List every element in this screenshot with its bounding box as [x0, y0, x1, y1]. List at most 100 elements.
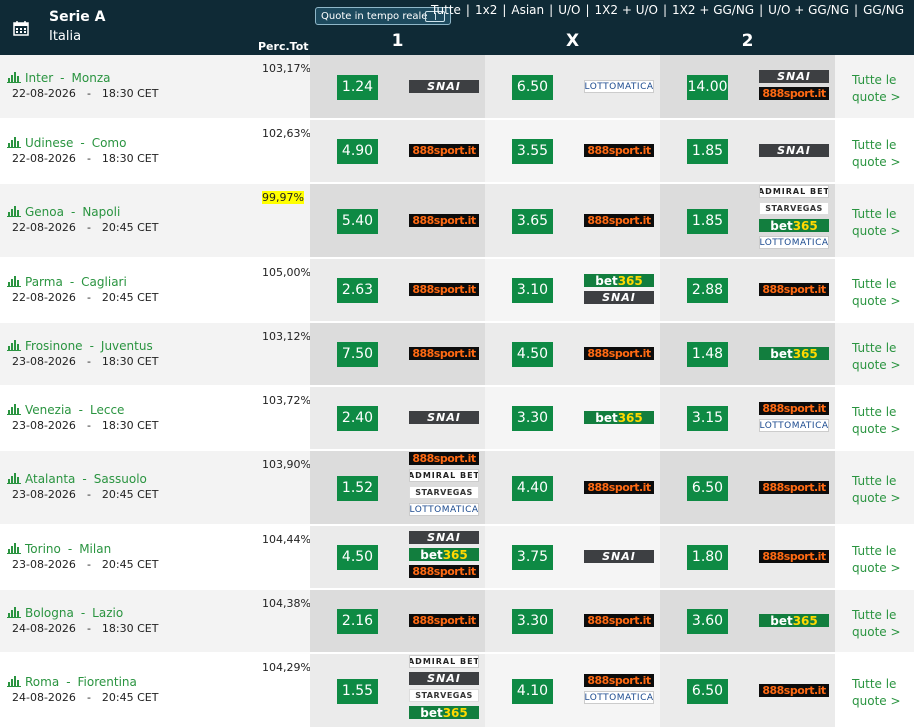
bookmaker-888-logo[interactable]: 888sport.it — [409, 565, 479, 578]
odd-ox-button[interactable]: 3.30 — [512, 406, 553, 431]
bookmaker-888-logo[interactable]: 888sport.it — [409, 614, 479, 627]
bookmaker-888-logo[interactable]: 888sport.it — [584, 347, 654, 360]
odd-ox-button[interactable]: 3.65 — [512, 209, 553, 234]
bookmaker-888-logo[interactable]: 888sport.it — [409, 452, 479, 465]
match-teams-link[interactable]: Venezia - Lecce — [7, 403, 124, 417]
bookmaker-888-logo[interactable]: 888sport.it — [584, 481, 654, 494]
odd-o1-button[interactable]: 4.50 — [337, 545, 378, 570]
all-odds-link[interactable]: Tutte le quote > — [852, 607, 901, 641]
odd-o1-button[interactable]: 5.40 — [337, 209, 378, 234]
bookmaker-888-logo[interactable]: 888sport.it — [584, 674, 654, 687]
market-tab[interactable]: U/O — [558, 3, 580, 17]
bookmaker-888-logo[interactable]: 888sport.it — [759, 402, 829, 415]
bookmaker-888-logo[interactable]: 888sport.it — [759, 550, 829, 563]
odd-ox-button[interactable]: 3.75 — [512, 545, 553, 570]
market-tab[interactable]: GG/NG — [863, 3, 904, 17]
all-odds-link[interactable]: Tutte le quote > — [852, 543, 901, 577]
match-teams-link[interactable]: Udinese - Como — [7, 136, 126, 150]
odd-o1-button[interactable]: 2.40 — [337, 406, 378, 431]
bookmaker-888-logo[interactable]: 888sport.it — [584, 214, 654, 227]
odd-ox-button[interactable]: 3.30 — [512, 609, 553, 634]
bookmaker-snai-logo[interactable]: SNAI — [584, 550, 654, 563]
all-odds-link[interactable]: Tutte le quote > — [852, 276, 901, 310]
odd-o1-button[interactable]: 4.90 — [337, 139, 378, 164]
bookmaker-starvegas-logo[interactable]: STARVEGAS — [409, 486, 479, 499]
all-odds-link[interactable]: Tutte le quote > — [852, 676, 901, 710]
bookmaker-starvegas-logo[interactable]: STARVEGAS — [409, 689, 479, 702]
match-teams-link[interactable]: Parma - Cagliari — [7, 275, 127, 289]
match-teams-link[interactable]: Genoa - Napoli — [7, 205, 120, 219]
all-odds-link[interactable]: Tutte le quote > — [852, 206, 901, 240]
bookmaker-888-logo[interactable]: 888sport.it — [759, 87, 829, 100]
odd-o1-button[interactable]: 2.16 — [337, 609, 378, 634]
bookmaker-888-logo[interactable]: 888sport.it — [409, 214, 479, 227]
all-odds-link[interactable]: Tutte le quote > — [852, 72, 901, 106]
odd-ox-button[interactable]: 3.55 — [512, 139, 553, 164]
odd-ox-button[interactable]: 4.50 — [512, 342, 553, 367]
odd-ox-button[interactable]: 4.40 — [512, 476, 553, 501]
bookmaker-snai-logo[interactable]: SNAI — [409, 411, 479, 424]
bookmaker-lotto-logo[interactable]: LOTTOMATICA — [409, 503, 479, 516]
bookmaker-lotto-logo[interactable]: LOTTOMATICA — [584, 80, 654, 93]
market-tab[interactable]: 1X2 + U/O — [595, 3, 658, 17]
market-tab[interactable]: 1x2 — [475, 3, 497, 17]
calendar-icon[interactable] — [0, 0, 42, 55]
odd-o1-button[interactable]: 7.50 — [337, 342, 378, 367]
bookmaker-admiral-logo[interactable]: ADMIRAL BET — [409, 655, 479, 668]
bookmaker-admiral-logo[interactable]: ADMIRAL BET — [409, 469, 479, 482]
odd-o1-button[interactable]: 1.24 — [337, 75, 378, 100]
bookmaker-snai-logo[interactable]: SNAI — [759, 144, 829, 157]
bookmaker-snai-logo[interactable]: SNAI — [409, 80, 479, 93]
bookmaker-snai-logo[interactable]: SNAI — [409, 531, 479, 544]
bookmaker-bet365-logo[interactable]: bet365 — [759, 219, 829, 232]
bookmaker-888-logo[interactable]: 888sport.it — [584, 144, 654, 157]
market-tab[interactable]: 1X2 + GG/NG — [672, 3, 754, 17]
match-teams-link[interactable]: Torino - Milan — [7, 542, 111, 556]
odd-o2-button[interactable]: 1.85 — [687, 209, 728, 234]
odd-o1-button[interactable]: 1.55 — [337, 679, 378, 704]
bookmaker-starvegas-logo[interactable]: STARVEGAS — [759, 202, 829, 215]
match-teams-link[interactable]: Bologna - Lazio — [7, 606, 123, 620]
odd-o2-button[interactable]: 6.50 — [687, 476, 728, 501]
odd-o2-button[interactable]: 3.15 — [687, 406, 728, 431]
odd-o2-button[interactable]: 14.00 — [687, 75, 728, 100]
bookmaker-bet365-logo[interactable]: bet365 — [409, 548, 479, 561]
bookmaker-888-logo[interactable]: 888sport.it — [409, 144, 479, 157]
odd-ox-button[interactable]: 6.50 — [512, 75, 553, 100]
bookmaker-snai-logo[interactable]: SNAI — [409, 672, 479, 685]
bookmaker-bet365-logo[interactable]: bet365 — [409, 706, 479, 719]
odd-o2-button[interactable]: 1.85 — [687, 139, 728, 164]
bookmaker-888-logo[interactable]: 888sport.it — [584, 614, 654, 627]
all-odds-link[interactable]: Tutte le quote > — [852, 473, 901, 507]
odd-o1-button[interactable]: 1.52 — [337, 476, 378, 501]
bookmaker-bet365-logo[interactable]: bet365 — [584, 411, 654, 424]
bookmaker-lotto-logo[interactable]: LOTTOMATICA — [759, 236, 829, 249]
bookmaker-snai-logo[interactable]: SNAI — [584, 291, 654, 304]
bookmaker-888-logo[interactable]: 888sport.it — [409, 347, 479, 360]
market-tab[interactable]: Tutte — [431, 3, 461, 17]
all-odds-link[interactable]: Tutte le quote > — [852, 137, 901, 171]
odd-o2-button[interactable]: 6.50 — [687, 679, 728, 704]
match-teams-link[interactable]: Frosinone - Juventus — [7, 339, 153, 353]
bookmaker-bet365-logo[interactable]: bet365 — [759, 347, 829, 360]
odd-o2-button[interactable]: 3.60 — [687, 609, 728, 634]
bookmaker-snai-logo[interactable]: SNAI — [759, 70, 829, 83]
match-teams-link[interactable]: Roma - Fiorentina — [7, 675, 137, 689]
bookmaker-lotto-logo[interactable]: LOTTOMATICA — [759, 419, 829, 432]
odd-ox-button[interactable]: 3.10 — [512, 278, 553, 303]
odd-o1-button[interactable]: 2.63 — [337, 278, 378, 303]
bookmaker-admiral-logo[interactable]: ADMIRAL BET — [759, 185, 829, 198]
match-teams-link[interactable]: Inter - Monza — [7, 71, 110, 85]
market-tab[interactable]: U/O + GG/NG — [768, 3, 849, 17]
bookmaker-888-logo[interactable]: 888sport.it — [759, 283, 829, 296]
bookmaker-bet365-logo[interactable]: bet365 — [759, 614, 829, 627]
bookmaker-888-logo[interactable]: 888sport.it — [759, 684, 829, 697]
odd-o2-button[interactable]: 1.80 — [687, 545, 728, 570]
bookmaker-888-logo[interactable]: 888sport.it — [759, 481, 829, 494]
odd-o2-button[interactable]: 2.88 — [687, 278, 728, 303]
market-tab[interactable]: Asian — [511, 3, 544, 17]
bookmaker-888-logo[interactable]: 888sport.it — [409, 283, 479, 296]
bookmaker-bet365-logo[interactable]: bet365 — [584, 274, 654, 287]
bookmaker-lotto-logo[interactable]: LOTTOMATICA — [584, 691, 654, 704]
match-teams-link[interactable]: Atalanta - Sassuolo — [7, 472, 147, 486]
